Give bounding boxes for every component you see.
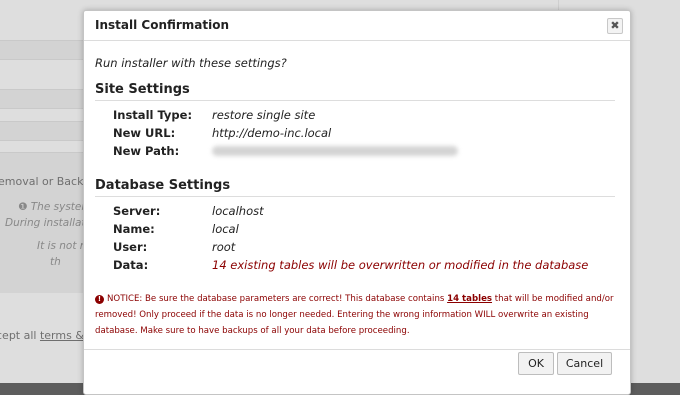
background-terms: cept all terms & c bbox=[0, 329, 93, 342]
new-url-value: http://demo-inc.local bbox=[212, 126, 332, 140]
install-confirmation-dialog: Install Confirmation ✖ Run installer wit… bbox=[83, 10, 631, 395]
install-type-label: Install Type: bbox=[113, 108, 193, 122]
server-label: Server: bbox=[113, 204, 161, 218]
data-value: 14 existing tables will be overwritten o… bbox=[212, 258, 589, 272]
dialog-footer-divider bbox=[84, 349, 630, 350]
background-field bbox=[0, 121, 84, 141]
close-icon[interactable]: ✖ bbox=[607, 18, 623, 34]
table-count: 14 tables bbox=[447, 294, 493, 304]
cancel-button[interactable]: Cancel bbox=[557, 352, 612, 375]
background-text: th bbox=[50, 256, 61, 268]
dialog-intro: Run installer with these settings? bbox=[95, 56, 287, 70]
db-name-value: local bbox=[212, 222, 239, 236]
info-icon: ❶ bbox=[18, 201, 28, 213]
background-text: During installatio bbox=[5, 217, 95, 229]
user-label: User: bbox=[113, 240, 148, 254]
data-label: Data: bbox=[113, 258, 149, 272]
background-field bbox=[0, 89, 84, 109]
database-settings-heading: Database Settings bbox=[95, 178, 615, 197]
notice-text: NOTICE: Be sure the database parameters … bbox=[107, 294, 448, 304]
site-settings-heading: Site Settings bbox=[95, 82, 615, 101]
background-text: It is not r bbox=[37, 240, 85, 252]
info-icon: ! bbox=[95, 295, 104, 304]
user-value: root bbox=[212, 240, 236, 254]
dialog-header: Install Confirmation ✖ bbox=[84, 11, 630, 41]
dialog-title: Install Confirmation bbox=[95, 18, 230, 32]
background-field bbox=[0, 40, 84, 60]
db-name-label: Name: bbox=[113, 222, 155, 236]
new-path-label: New Path: bbox=[113, 144, 180, 158]
database-notice: ! NOTICE: Be sure the database parameters… bbox=[95, 291, 620, 339]
background-text: ❶ The system bbox=[18, 201, 92, 213]
ok-button[interactable]: OK bbox=[518, 352, 554, 375]
new-path-value-redacted bbox=[212, 146, 458, 156]
new-url-label: New URL: bbox=[113, 126, 176, 140]
install-type-value: restore single site bbox=[212, 108, 316, 122]
server-value: localhost bbox=[212, 204, 264, 218]
background-terms-prefix: cept all bbox=[0, 329, 40, 342]
